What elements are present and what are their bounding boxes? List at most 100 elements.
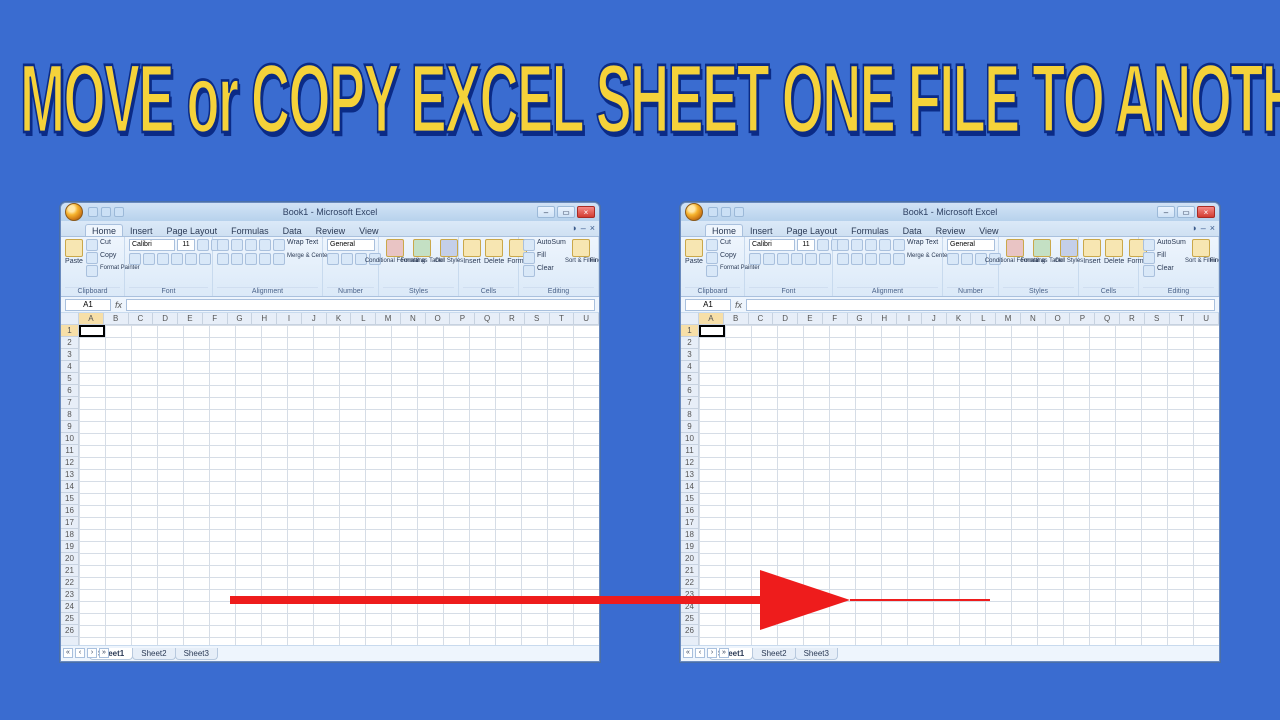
bold-icon[interactable]	[129, 253, 141, 265]
col-header[interactable]: D	[153, 313, 178, 324]
row-header[interactable]: 15	[61, 493, 78, 505]
format-painter-icon[interactable]	[86, 265, 98, 277]
tab-view[interactable]: View	[352, 224, 385, 236]
row-header[interactable]: 9	[61, 421, 78, 433]
wrap-text-icon[interactable]	[273, 239, 285, 251]
grow-font-icon[interactable]	[817, 239, 829, 251]
col-header[interactable]: U	[1194, 313, 1219, 324]
fx-icon[interactable]: fx	[115, 300, 122, 310]
sheet-tab-3[interactable]: Sheet3	[175, 648, 218, 660]
row-header[interactable]: 8	[681, 409, 698, 421]
row-header[interactable]: 1	[61, 325, 78, 337]
tab-page-layout[interactable]: Page Layout	[160, 224, 225, 236]
align-tr-icon[interactable]	[245, 239, 257, 251]
col-header[interactable]: H	[252, 313, 277, 324]
col-header[interactable]: A	[699, 313, 724, 324]
col-header[interactable]: O	[426, 313, 451, 324]
col-header[interactable]: E	[798, 313, 823, 324]
grow-font-icon[interactable]	[197, 239, 209, 251]
tab-home[interactable]: Home	[705, 224, 743, 236]
row-header[interactable]: 16	[61, 505, 78, 517]
tab-nav-prev-icon[interactable]: ‹	[75, 648, 85, 658]
row-header[interactable]: 6	[61, 385, 78, 397]
col-header[interactable]: N	[401, 313, 426, 324]
autosum-icon[interactable]	[1143, 239, 1155, 251]
row-header[interactable]: 2	[61, 337, 78, 349]
row-header[interactable]: 5	[61, 373, 78, 385]
currency-icon[interactable]	[947, 253, 959, 265]
row-header[interactable]: 12	[61, 457, 78, 469]
underline-icon[interactable]	[157, 253, 169, 265]
format-painter-icon[interactable]	[706, 265, 718, 277]
row-header[interactable]: 25	[681, 613, 698, 625]
col-header[interactable]: L	[351, 313, 376, 324]
insert-cells-button[interactable]: Insert	[463, 239, 481, 265]
qat-undo-icon[interactable]	[721, 207, 731, 217]
delete-cells-button[interactable]: Delete	[484, 239, 504, 265]
row-header[interactable]: 13	[681, 469, 698, 481]
col-header[interactable]: J	[922, 313, 947, 324]
active-cell[interactable]	[699, 325, 725, 337]
active-cell[interactable]	[79, 325, 105, 337]
clear-icon[interactable]	[1143, 265, 1155, 277]
column-headers[interactable]: ABCDEFGHIJKLMNOPQRSTU	[699, 313, 1219, 325]
tab-insert[interactable]: Insert	[123, 224, 160, 236]
help-icon[interactable]: ◑	[571, 223, 576, 233]
paste-button[interactable]: Paste	[65, 239, 83, 265]
select-all-corner[interactable]	[61, 313, 79, 325]
row-header[interactable]: 11	[61, 445, 78, 457]
col-header[interactable]: N	[1021, 313, 1046, 324]
row-header[interactable]: 25	[61, 613, 78, 625]
sheet-tab-2[interactable]: Sheet2	[752, 648, 795, 660]
copy-icon[interactable]	[86, 252, 98, 264]
cell-styles-button[interactable]: Cell Styles	[1057, 239, 1081, 264]
row-headers[interactable]: 1234567891011121314151617181920212223242…	[681, 325, 699, 645]
row-header[interactable]: 5	[681, 373, 698, 385]
border-icon[interactable]	[791, 253, 803, 265]
format-as-table-button[interactable]: Format as Table	[410, 239, 434, 264]
row-header[interactable]: 20	[61, 553, 78, 565]
row-header[interactable]: 12	[681, 457, 698, 469]
row-header[interactable]: 9	[681, 421, 698, 433]
col-header[interactable]: E	[178, 313, 203, 324]
name-box[interactable]: A1	[65, 299, 111, 311]
percent-icon[interactable]	[341, 253, 353, 265]
row-headers[interactable]: 1234567891011121314151617181920212223242…	[61, 325, 79, 645]
office-button-icon[interactable]	[65, 203, 83, 221]
row-header[interactable]: 23	[61, 589, 78, 601]
clear-icon[interactable]	[523, 265, 535, 277]
col-header[interactable]: J	[302, 313, 327, 324]
percent-icon[interactable]	[961, 253, 973, 265]
font-name-combo[interactable]: Calibri	[129, 239, 175, 251]
col-header[interactable]: T	[550, 313, 575, 324]
number-format-combo[interactable]: General	[327, 239, 375, 251]
row-header[interactable]: 18	[61, 529, 78, 541]
tab-formulas[interactable]: Formulas	[844, 224, 896, 236]
row-header[interactable]: 23	[681, 589, 698, 601]
tab-nav-next-icon[interactable]: ›	[707, 648, 717, 658]
align-bl-icon[interactable]	[837, 253, 849, 265]
row-header[interactable]: 16	[681, 505, 698, 517]
col-header[interactable]: M	[996, 313, 1021, 324]
row-header[interactable]: 7	[61, 397, 78, 409]
col-header[interactable]: R	[500, 313, 525, 324]
row-header[interactable]: 6	[681, 385, 698, 397]
font-size-combo[interactable]: 11	[177, 239, 195, 251]
currency-icon[interactable]	[327, 253, 339, 265]
col-header[interactable]: R	[1120, 313, 1145, 324]
col-header[interactable]: G	[228, 313, 253, 324]
align-bc-icon[interactable]	[231, 253, 243, 265]
align-bl-icon[interactable]	[217, 253, 229, 265]
qat-save-icon[interactable]	[708, 207, 718, 217]
row-header[interactable]: 11	[681, 445, 698, 457]
format-as-table-button[interactable]: Format as Table	[1030, 239, 1054, 264]
paste-button[interactable]: Paste	[685, 239, 703, 265]
tab-review[interactable]: Review	[929, 224, 973, 236]
close-button[interactable]: ×	[577, 206, 595, 218]
fill-icon[interactable]	[523, 252, 535, 264]
row-header[interactable]: 4	[681, 361, 698, 373]
col-header[interactable]: F	[823, 313, 848, 324]
sheet-tab-3[interactable]: Sheet3	[795, 648, 838, 660]
tab-nav-first-icon[interactable]: «	[63, 648, 73, 658]
col-header[interactable]: D	[773, 313, 798, 324]
